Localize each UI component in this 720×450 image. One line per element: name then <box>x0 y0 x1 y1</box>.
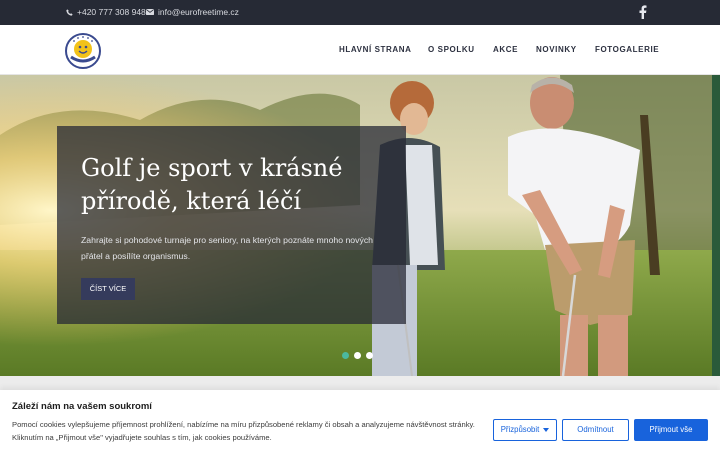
nav-news[interactable]: NOVINKY <box>536 45 577 54</box>
eurofreetime-logo[interactable] <box>65 33 101 69</box>
chevron-down-icon <box>543 427 550 432</box>
facebook-icon[interactable] <box>638 5 647 19</box>
slider-dot-1[interactable] <box>342 352 349 359</box>
slider-dot-2[interactable] <box>354 352 361 359</box>
hero-description: Zahrajte si pohodové turnaje pro seniory… <box>81 235 374 261</box>
accept-all-cookies-button[interactable]: Přijmout vše <box>634 419 708 441</box>
phone-number: +420 777 308 948 <box>77 7 146 17</box>
top-bar: +420 777 308 948 info@eurofreetime.cz <box>0 0 720 25</box>
email-address: info@eurofreetime.cz <box>158 7 239 17</box>
cookie-title: Záleží nám na vašem soukromí <box>12 401 152 412</box>
nav-gallery[interactable]: FOTOGALERIE <box>595 45 659 54</box>
hero-slider: Golf je sport v krásné přírodě, která lé… <box>0 75 720 376</box>
nav-home[interactable]: HLAVNÍ STRANA <box>339 45 412 54</box>
slider-dot-3[interactable] <box>366 352 373 359</box>
nav-about[interactable]: O SPOLKU <box>428 45 475 54</box>
read-more-button[interactable]: ČÍST VÍCE <box>81 278 135 300</box>
cookie-consent-banner: Záleží nám na vašem soukromí Pomocí cook… <box>0 390 720 450</box>
phone-contact[interactable]: +420 777 308 948 <box>66 7 146 17</box>
hero-title: Golf je sport v krásné přírodě, která lé… <box>81 154 343 215</box>
mail-icon <box>146 9 154 15</box>
site-header: HLAVNÍ STRANA O SPOLKU AKCE NOVINKY FOTO… <box>0 25 720 75</box>
reject-cookies-button[interactable]: Odmítnout <box>562 419 629 441</box>
content-strip <box>0 376 720 390</box>
cookie-text: Pomocí cookies vylepšujeme příjemnost pr… <box>12 420 475 442</box>
customize-label: Přizpůsobit <box>500 425 540 434</box>
nav-events[interactable]: AKCE <box>493 45 518 54</box>
email-contact[interactable]: info@eurofreetime.cz <box>146 7 239 17</box>
customize-cookies-button[interactable]: Přizpůsobit <box>493 419 557 441</box>
phone-icon <box>66 8 73 16</box>
hero-caption-panel: Golf je sport v krásné přírodě, která lé… <box>57 126 406 324</box>
